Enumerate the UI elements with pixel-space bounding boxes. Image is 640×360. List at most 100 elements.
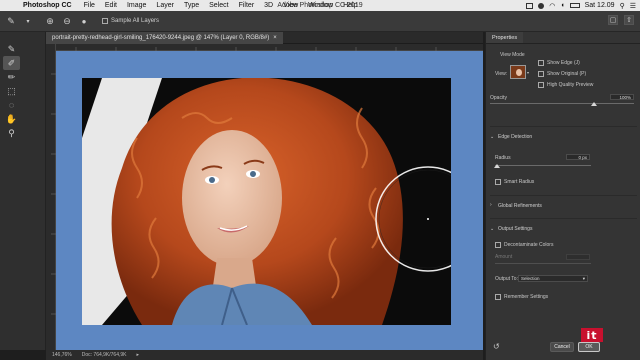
document-canvas[interactable] [56,51,483,350]
menu-help[interactable]: Help [338,2,362,9]
output-to-value: Selection [521,276,540,281]
view-thumbnail[interactable] [510,65,526,79]
radius-input[interactable]: 0 px [566,154,590,160]
menu-view[interactable]: View [278,2,303,9]
properties-panel: Properties View Mode View: ▾ Show Edge (… [485,32,640,360]
menu-3d[interactable]: 3D [259,2,278,9]
clock[interactable]: Sat 12.09 [585,2,615,9]
edge-detection-chevron-icon[interactable]: ⌄ [490,134,494,140]
tools-panel: ✎ ✐ ✏ ⬚ ◌ ✋ ⚲ [0,32,46,350]
object-selection-icon[interactable]: ⬚ [3,84,20,98]
menu-select[interactable]: Select [204,2,233,9]
battery-icon[interactable] [569,3,580,8]
menu-layer[interactable]: Layer [151,2,179,9]
zoom-icon[interactable]: ⚲ [3,126,20,140]
smart-radius-option[interactable]: Smart Radius [495,179,534,185]
workspace-icon[interactable]: ▢ [608,15,618,25]
cancel-button[interactable]: Cancel [550,342,574,352]
brush-icon[interactable]: ✏ [3,70,20,84]
status-icons: ◠ ◖ Sat 12.09 ⚲ ☰ [526,0,636,11]
amount-slider-track[interactable] [495,263,591,264]
opacity-label: Opacity [490,95,507,101]
quick-selection-icon[interactable]: ✎ [3,42,20,56]
menu-type[interactable]: Type [179,2,204,9]
hand-icon[interactable]: ✋ [3,112,20,126]
output-settings-chevron-icon[interactable]: ⌄ [490,226,494,232]
properties-tab[interactable]: Properties [486,32,524,43]
amount-input[interactable] [566,254,590,260]
show-original-label: Show Original (P) [547,71,587,77]
radius-slider-thumb[interactable] [494,164,500,168]
share-icon[interactable]: ⇧ [624,15,634,25]
show-original-checkbox[interactable] [538,71,544,77]
view-dropdown-icon[interactable]: ▾ [527,70,529,75]
refine-brush-icon[interactable]: ✎ [5,15,17,27]
amount-label: Amount [495,254,513,260]
opacity-input[interactable]: 100% [610,94,634,100]
notification-icon[interactable]: ☰ [630,2,636,10]
menu-window[interactable]: Window [303,2,338,9]
sync-icon[interactable] [538,2,545,9]
add-mode-icon[interactable]: ⊕ [44,15,56,27]
smart-radius-label: Smart Radius [504,179,535,185]
zoom-level[interactable]: 146,76% [52,352,72,358]
sample-all-layers-checkbox[interactable] [102,18,108,24]
document-tab[interactable]: portrait-pretty-redhead-girl-smiling_176… [46,31,283,44]
opacity-slider-thumb[interactable] [591,102,597,106]
sample-all-layers-option[interactable]: Sample All Layers [102,18,159,24]
tool-dropdown-icon[interactable]: ▾ [22,15,34,27]
show-edge-label: Show Edge (J) [547,60,580,66]
remember-settings-option[interactable]: Remember Settings [495,294,548,300]
portrait-photo[interactable] [82,78,451,325]
show-edge-checkbox[interactable] [538,60,544,66]
menu-file[interactable]: File [79,2,100,9]
doc-size: Doc: 764,9K/764,9K [81,352,127,358]
screen-icon[interactable] [526,2,534,9]
menu-edit[interactable]: Edit [100,2,122,9]
output-to-select[interactable]: Selection ▾ [518,275,588,282]
chevron-down-icon: ▾ [582,275,585,281]
radius-slider-track[interactable] [495,165,591,166]
wifi-icon[interactable]: ◠ [549,2,555,10]
show-original-option[interactable]: Show Original (P) [538,71,586,77]
brush-size-icon[interactable]: ● [78,15,90,27]
app-menu[interactable]: Photoshop CC [18,2,79,9]
watermark-text: it [586,328,598,342]
options-bar: ✎ ▾ ⊕ ⊖ ● Sample All Layers ▢ ⇧ [0,11,640,32]
status-bar: 146,76% Doc: 764,9K/764,9K ▸ [46,350,483,360]
output-settings-title[interactable]: Output Settings [498,226,532,232]
global-refinements-title[interactable]: Global Refinements [498,203,542,209]
reset-icon[interactable]: ↺ [493,342,500,351]
show-edge-option[interactable]: Show Edge (J) [538,60,580,66]
menu-image[interactable]: Image [122,2,151,9]
decontaminate-colors-option[interactable]: Decontaminate Colors [495,242,553,248]
document-tab-label: portrait-pretty-redhead-girl-smiling_176… [52,34,270,41]
global-refinements-chevron-icon[interactable]: › [490,202,492,208]
high-quality-preview-checkbox[interactable] [538,82,544,88]
view-label: View: [495,71,508,77]
menu-filter[interactable]: Filter [234,2,260,9]
status-arrow-icon[interactable]: ▸ [137,352,140,358]
high-quality-preview-label: High Quality Preview [547,82,594,88]
menu-bar: Photoshop CC File Edit Image Layer Type … [0,0,640,11]
watermark-logo: it [581,328,603,342]
smart-radius-checkbox[interactable] [495,179,501,185]
edge-detection-title[interactable]: Edge Detection [498,134,532,140]
output-to-label: Output To: [495,276,518,282]
lasso-icon[interactable]: ◌ [3,98,20,112]
search-icon[interactable]: ⚲ [620,2,625,10]
refine-edge-brush-icon[interactable]: ✐ [3,56,20,70]
volume-icon[interactable]: ◖ [560,2,564,9]
high-quality-preview-option[interactable]: High Quality Preview [538,82,593,88]
radius-label: Radius [495,155,511,161]
close-tab-icon[interactable]: × [273,35,277,41]
subtract-mode-icon[interactable]: ⊖ [61,15,73,27]
opacity-slider-track[interactable] [490,103,634,104]
horizontal-ruler [56,44,483,51]
ok-button[interactable]: OK [578,342,600,352]
remember-settings-label: Remember Settings [504,294,549,300]
view-mode-label: View Mode [500,52,525,58]
decontaminate-colors-checkbox[interactable] [495,242,501,248]
vertical-ruler [46,44,56,350]
remember-settings-checkbox[interactable] [495,294,501,300]
